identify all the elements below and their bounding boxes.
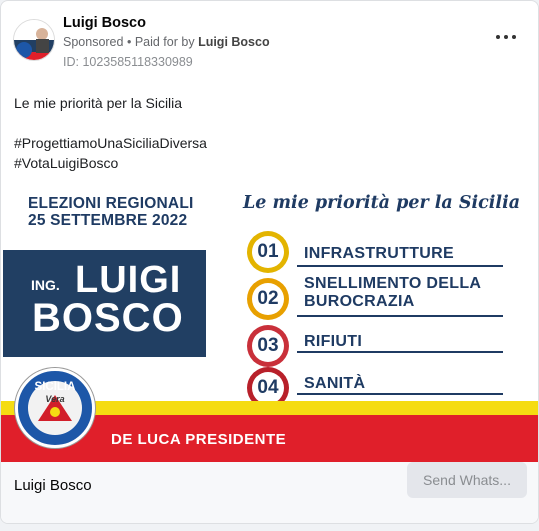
page-name[interactable]: Luigi Bosco [63, 15, 146, 31]
ad-card: Luigi Bosco Sponsored • Paid for by Luig… [0, 0, 539, 524]
paid-for-name: Luigi Bosco [198, 35, 270, 49]
send-whatsapp-button[interactable]: Send Whats... [407, 462, 527, 498]
priority-number: 02 [252, 283, 284, 315]
paid-for-prefix: Paid for by [134, 35, 195, 49]
sponsored-label: Sponsored [63, 35, 124, 49]
footer-page-name[interactable]: Luigi Bosco [14, 477, 92, 494]
priority-item: 02 SNELLIMENTO DELLA BUROCRAZIA [247, 275, 507, 323]
priority-label: RIFIUTI [304, 333, 363, 350]
more-options-icon[interactable] [496, 29, 516, 45]
priority-underline [297, 393, 503, 395]
priority-label: SNELLIMENTO DELLA BUROCRAZIA [304, 275, 482, 310]
priority-number: 01 [252, 236, 284, 268]
logo-text: SICILIA [34, 381, 76, 393]
priorities-title: Le mie priorità per la Sicilia [243, 193, 521, 213]
elections-line1: ELEZIONI REGIONALI [28, 195, 194, 212]
ad-header: Luigi Bosco Sponsored • Paid for by Luig… [1, 1, 538, 81]
separator-dot: • [126, 35, 135, 49]
priority-underline [297, 315, 503, 317]
priority-label: SANITÀ [304, 375, 366, 392]
priority-underline [297, 265, 503, 267]
sicilia-vera-logo: SICILIA Vera [15, 368, 95, 448]
candidate-name-block: ING. LUIGI BOSCO [3, 250, 206, 357]
priority-underline [297, 351, 503, 353]
avatar[interactable] [13, 19, 55, 61]
priority-number: 04 [252, 372, 284, 404]
candidate-last-name: BOSCO [32, 296, 184, 340]
creative-footer-title: DE LUCA PRESIDENTE [111, 431, 287, 448]
logo-subtext: Vera [45, 394, 65, 404]
post-body-text: Le mie priorità per la Sicilia #Progetti… [14, 95, 207, 171]
ad-footer-bar: Luigi Bosco Send Whats... [1, 462, 538, 523]
ad-creative-image[interactable]: ELEZIONI REGIONALI 25 SETTEMBRE 2022 ING… [1, 183, 538, 462]
sponsored-line: Sponsored • Paid for by Luigi Bosco [63, 35, 270, 49]
candidate-title: ING. [31, 277, 60, 293]
candidate-first-name: LUIGI [75, 259, 182, 301]
priority-label: INFRASTRUTTURE [304, 245, 454, 262]
priority-item: 01 INFRASTRUTTURE [247, 231, 507, 273]
elections-heading: ELEZIONI REGIONALI 25 SETTEMBRE 2022 [28, 195, 194, 229]
elections-line2: 25 SETTEMBRE 2022 [28, 212, 188, 229]
avatar-image [14, 20, 54, 60]
priority-item: 03 RIFIUTI [247, 325, 507, 367]
priority-number: 03 [252, 330, 284, 362]
ad-id: ID: 1023585118330989 [63, 55, 193, 69]
